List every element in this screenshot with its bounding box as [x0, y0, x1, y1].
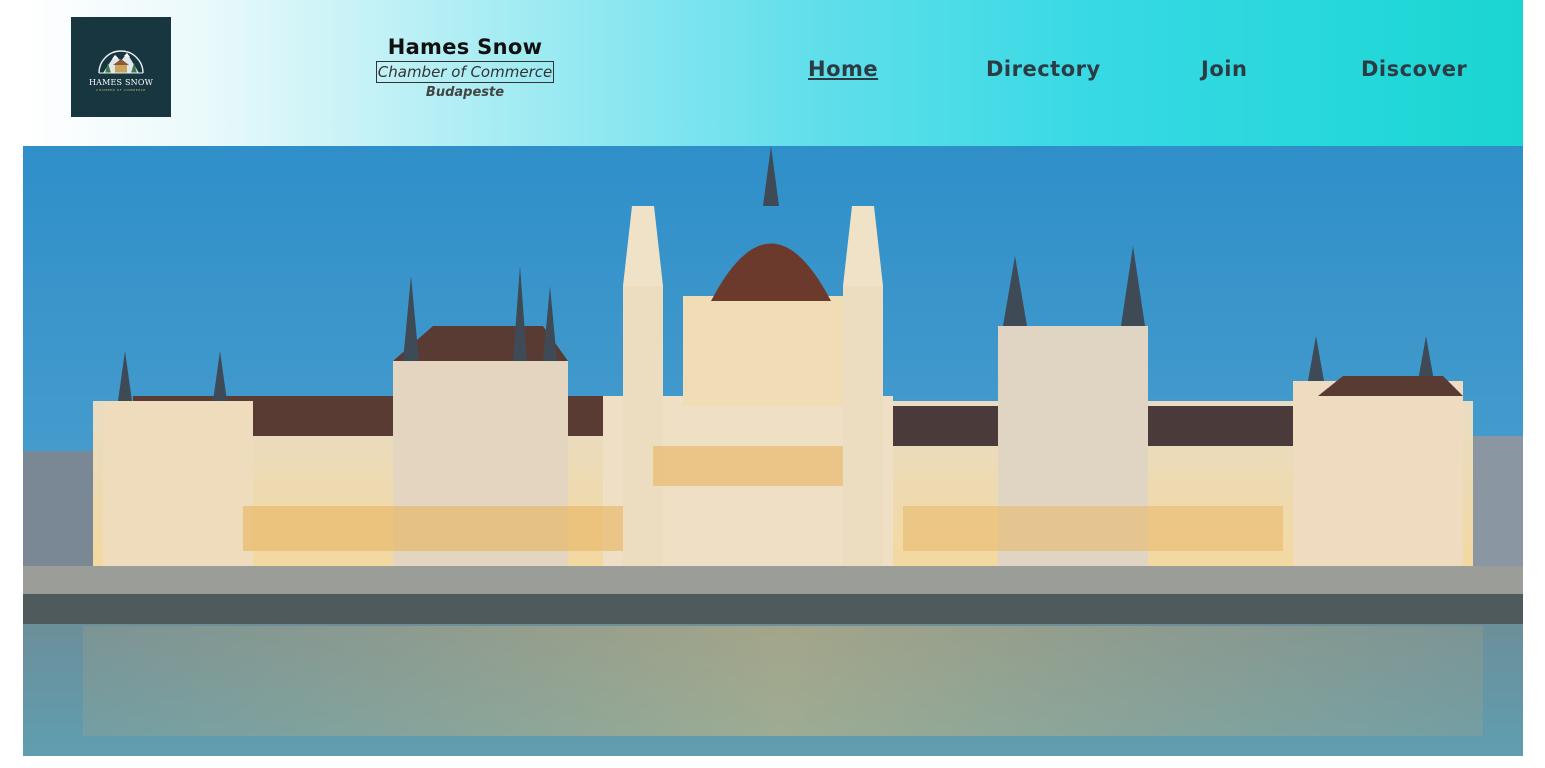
nav-home-link[interactable]: Home	[808, 54, 878, 84]
brand-city: Budapeste	[425, 85, 505, 100]
nav-discover-link[interactable]: Discover	[1361, 54, 1467, 84]
logo-subtitle: CHAMBER OF COMMERCE	[96, 87, 146, 92]
nav-directory-link[interactable]: Directory	[986, 54, 1101, 84]
hungarian-parliament-building-image	[23, 146, 1523, 756]
main-nav: Home Directory Join Discover	[0, 54, 1545, 86]
nav-join-link[interactable]: Join	[1201, 54, 1247, 84]
hero-image	[23, 146, 1523, 756]
